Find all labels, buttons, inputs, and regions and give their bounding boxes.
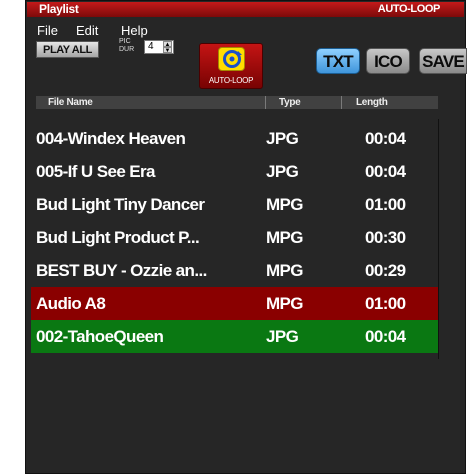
cell-length: 00:29 [365, 261, 406, 280]
cell-length: 00:04 [365, 327, 406, 346]
pic-label: PIC [119, 38, 131, 45]
column-separator [341, 96, 342, 109]
list-item[interactable]: 004-Windex Heaven JPG 00:04 [31, 122, 439, 155]
cell-name: Bud Light Product P... [36, 228, 200, 247]
cell-name: 004-Windex Heaven [36, 129, 186, 148]
title-bar: Playlist AUTO-LOOP [27, 2, 464, 17]
cell-type: MPG [266, 228, 304, 247]
cell-type: JPG [266, 129, 299, 148]
cell-name: 005-If U See Era [36, 162, 156, 181]
menu-file[interactable]: File [37, 23, 58, 38]
column-separator [265, 96, 266, 109]
list-item[interactable]: 002-TahoeQueen JPG 00:04 [31, 320, 439, 353]
txt-view-button[interactable]: TXT [316, 48, 360, 74]
column-header-name[interactable]: File Name [48, 96, 93, 109]
list-header: File Name Type Length [36, 96, 438, 109]
playlist-list: 004-Windex Heaven JPG 00:04 005-If U See Er… [31, 122, 439, 353]
cell-name: Audio A8 [36, 294, 106, 313]
cell-type: MPG [266, 195, 304, 214]
panel-title: Playlist [39, 2, 79, 16]
column-header-length[interactable]: Length [356, 96, 388, 109]
save-button[interactable]: SAVE [419, 48, 467, 74]
cell-type: MPG [266, 294, 304, 313]
mode-label: AUTO-LOOP [377, 3, 441, 15]
loop-camera-icon [218, 47, 245, 71]
ico-view-button[interactable]: ICO [366, 48, 410, 74]
play-all-button[interactable]: PLAY ALL [36, 41, 99, 58]
cell-length: 00:04 [365, 162, 406, 181]
auto-loop-label: AUTO-LOOP [208, 76, 254, 85]
cell-length: 01:00 [365, 195, 406, 214]
list-item[interactable]: Audio A8 MPG 01:00 [31, 287, 439, 320]
stepper-down-icon[interactable]: ▼ [163, 47, 172, 54]
pic-dur-label: PIC DUR [119, 38, 134, 54]
dur-label: DUR [119, 46, 135, 53]
duration-stepper[interactable]: 4 ▲ ▼ [144, 40, 174, 54]
cell-type: JPG [266, 327, 299, 346]
list-item[interactable]: 005-If U See Era JPG 00:04 [31, 155, 439, 188]
cell-type: JPG [266, 162, 299, 181]
auto-loop-button[interactable]: AUTO-LOOP [199, 43, 263, 89]
cell-type: MPG [266, 261, 304, 280]
cell-length: 00:30 [365, 228, 406, 247]
cell-length: 00:04 [365, 129, 406, 148]
cell-length: 01:00 [365, 294, 406, 313]
list-item[interactable]: Bud Light Product P... MPG 00:30 [31, 221, 439, 254]
cell-name: 002-TahoeQueen [36, 327, 164, 346]
duration-value[interactable]: 4 [148, 41, 154, 53]
cell-name: BEST BUY - Ozzie an... [36, 261, 207, 280]
list-border [438, 119, 439, 359]
list-item[interactable]: BEST BUY - Ozzie an... MPG 00:29 [31, 254, 439, 287]
playlist-panel: Playlist AUTO-LOOP File Edit Help PLAY A… [25, 0, 467, 474]
list-item[interactable]: Bud Light Tiny Dancer MPG 01:00 [31, 188, 439, 221]
column-header-type[interactable]: Type [279, 96, 301, 109]
menu-help[interactable]: Help [121, 23, 148, 38]
cell-name: Bud Light Tiny Dancer [36, 195, 205, 214]
menu-edit[interactable]: Edit [76, 23, 98, 38]
